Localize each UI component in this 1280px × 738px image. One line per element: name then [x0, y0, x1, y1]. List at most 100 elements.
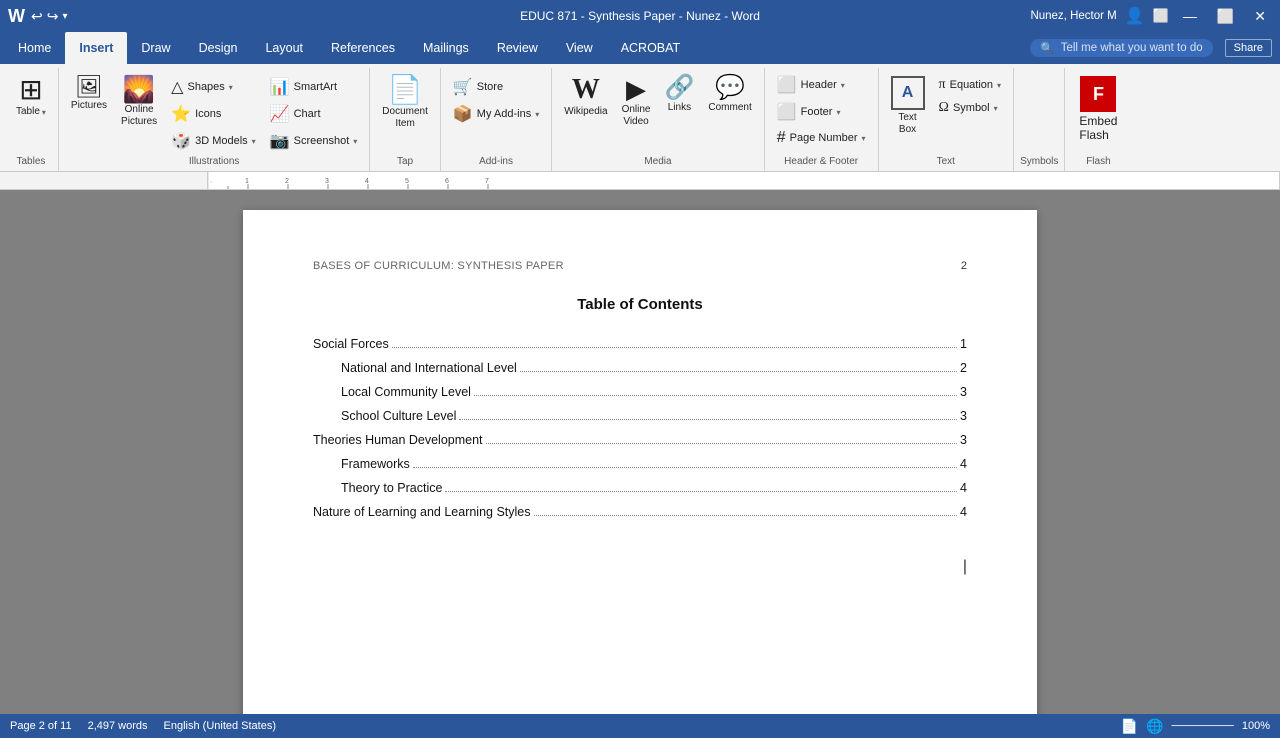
ribbon-display-options[interactable]: ⬜ [1153, 8, 1169, 24]
tab-mailings[interactable]: Mailings [409, 32, 483, 64]
toc-page: 1 [960, 337, 967, 351]
toc-dots [445, 491, 957, 492]
profile-icon[interactable]: 👤 [1125, 6, 1145, 26]
tables-buttons: ⊞ Table ▾ [10, 68, 52, 154]
customize-qat[interactable]: ▾ [62, 11, 67, 22]
my-addins-label: My Add-ins [477, 108, 531, 120]
share-button[interactable]: Share [1225, 39, 1272, 57]
page-number-button[interactable]: # Page Number ▾ [771, 126, 872, 150]
shapes-button[interactable]: △ Shapes ▾ [165, 74, 262, 100]
links-button[interactable]: 🔗 Links [658, 72, 700, 118]
comment-button[interactable]: 💬 Comment [702, 72, 757, 118]
document-page[interactable]: BASES OF CURRICULUM: SYNTHESIS PAPER 2 T… [243, 210, 1037, 714]
symbol-button[interactable]: Ω Symbol ▾ [933, 97, 1008, 119]
toc-entry-theories: Theories Human Development 3 [313, 433, 967, 447]
layout-print-icon[interactable]: 📄 [1121, 718, 1138, 735]
page-number-display: 2 [961, 260, 967, 272]
tab-view[interactable]: View [552, 32, 607, 64]
online-video-button[interactable]: ▶ OnlineVideo [616, 72, 657, 132]
3d-models-button[interactable]: 🎲 3D Models ▾ [165, 128, 262, 154]
tab-home[interactable]: Home [4, 32, 65, 64]
search-icon: 🔍 [1040, 41, 1054, 55]
ribbon-group-text: A TextBox π Equation ▾ Ω Symbol ▾ Text [879, 68, 1015, 171]
page-header: BASES OF CURRICULUM: SYNTHESIS PAPER 2 [313, 260, 967, 272]
search-label[interactable]: Tell me what you want to do [1061, 42, 1203, 54]
status-right: 📄 🌐 ──────── 100% [1121, 718, 1270, 735]
tab-layout[interactable]: Layout [251, 32, 317, 64]
tap-buttons: 📄 DocumentItem [376, 68, 434, 154]
status-bar: Page 2 of 11 2,497 words English (United… [0, 714, 1280, 738]
table-label: Table [16, 106, 40, 118]
screenshot-button[interactable]: 📷 Screenshot ▾ [264, 128, 364, 154]
icons-button[interactable]: ⭐ Icons [165, 101, 262, 127]
toc-page: 2 [960, 361, 967, 375]
svg-text:3: 3 [325, 178, 329, 185]
chart-button[interactable]: 📈 Chart [264, 101, 364, 127]
ribbon-group-media: W Wikipedia ▶ OnlineVideo 🔗 Links 💬 Comm… [552, 68, 765, 171]
header-button[interactable]: ⬜ Header ▾ [771, 72, 872, 98]
store-button[interactable]: 🛒 Store [447, 74, 545, 100]
zoom-slider[interactable]: ──────── [1172, 720, 1234, 732]
ribbon-group-tap: 📄 DocumentItem Tap [370, 68, 441, 171]
toc-label: Theory to Practice [341, 481, 442, 495]
tab-insert[interactable]: Insert [65, 32, 127, 64]
embed-flash-button[interactable]: F EmbedFlash [1071, 72, 1125, 146]
svg-text:7: 7 [485, 178, 489, 185]
embed-flash-label: EmbedFlash [1079, 114, 1117, 142]
tab-references[interactable]: References [317, 32, 409, 64]
symbol-icon: Ω [939, 100, 949, 116]
comment-label: Comment [708, 102, 751, 114]
footer-button[interactable]: ⬜ Footer ▾ [771, 99, 872, 125]
online-video-icon: ▶ [626, 76, 646, 102]
flash-group-label: Flash [1071, 154, 1125, 171]
chart-icon: 📈 [270, 104, 290, 124]
tab-acrobat[interactable]: ACROBAT [607, 32, 695, 64]
undo-redo-group: ↩ ↪ ▾ [31, 8, 68, 25]
my-addins-button[interactable]: 📦 My Add-ins ▾ [447, 101, 545, 127]
equation-icon: π [939, 77, 946, 93]
zoom-level: 100% [1242, 720, 1270, 732]
tab-review[interactable]: Review [483, 32, 552, 64]
toc-page: 3 [960, 409, 967, 423]
status-left: Page 2 of 11 2,497 words English (United… [10, 720, 276, 732]
tab-design[interactable]: Design [185, 32, 252, 64]
my-addins-icon: 📦 [453, 104, 473, 124]
redo-button[interactable]: ↪ [47, 8, 59, 25]
tables-group-label: Tables [10, 154, 52, 171]
undo-button[interactable]: ↩ [31, 8, 43, 25]
toc-entry-nature: Nature of Learning and Learning Styles 4 [313, 505, 967, 519]
ribbon-group-flash: F EmbedFlash Flash [1065, 68, 1131, 171]
smartart-button[interactable]: 📊 SmartArt [264, 74, 364, 100]
online-pictures-button[interactable]: 🌄 OnlinePictures [115, 72, 163, 132]
online-pictures-label: OnlinePictures [121, 104, 157, 128]
toc-label: Nature of Learning and Learning Styles [313, 505, 531, 519]
chart-label: Chart [294, 108, 321, 120]
textbox-button[interactable]: A TextBox [885, 72, 931, 140]
illustrations-group-label: Illustrations [65, 154, 363, 171]
header-label: Header [801, 79, 837, 91]
page-number-label: Page Number [790, 132, 858, 144]
toc-label: School Culture Level [341, 409, 456, 423]
ruler-marks: · 1 2 3 4 5 6 7 [208, 172, 1279, 190]
media-buttons: W Wikipedia ▶ OnlineVideo 🔗 Links 💬 Comm… [558, 68, 758, 154]
title-bar-right: Nunez, Hector M 👤 ⬜ — ⬜ ✕ [1030, 6, 1272, 27]
minimize-button[interactable]: — [1177, 6, 1203, 26]
tab-draw[interactable]: Draw [127, 32, 184, 64]
svg-text:2: 2 [285, 178, 289, 185]
equation-button[interactable]: π Equation ▾ [933, 74, 1008, 96]
table-button[interactable]: ⊞ Table ▾ [10, 72, 52, 122]
ribbon-search[interactable]: 🔍 Tell me what you want to do [1030, 39, 1212, 57]
svg-text:1: 1 [245, 178, 249, 185]
word-count: 2,497 words [88, 720, 148, 732]
pictures-button[interactable]: 🖼 Pictures [65, 72, 113, 116]
toc-label: Local Community Level [341, 385, 471, 399]
ribbon-group-illustrations: 🖼 Pictures 🌄 OnlinePictures △ Shapes ▾ ⭐… [59, 68, 370, 171]
addins-group-label: Add-ins [447, 154, 545, 171]
close-button[interactable]: ✕ [1248, 6, 1272, 27]
maximize-button[interactable]: ⬜ [1211, 6, 1240, 27]
flash-buttons: F EmbedFlash [1071, 68, 1125, 154]
document-item-button[interactable]: 📄 DocumentItem [376, 72, 434, 134]
layout-web-icon[interactable]: 🌐 [1146, 718, 1163, 735]
my-addins-arrow: ▾ [535, 110, 539, 119]
wikipedia-button[interactable]: W Wikipedia [558, 72, 613, 122]
